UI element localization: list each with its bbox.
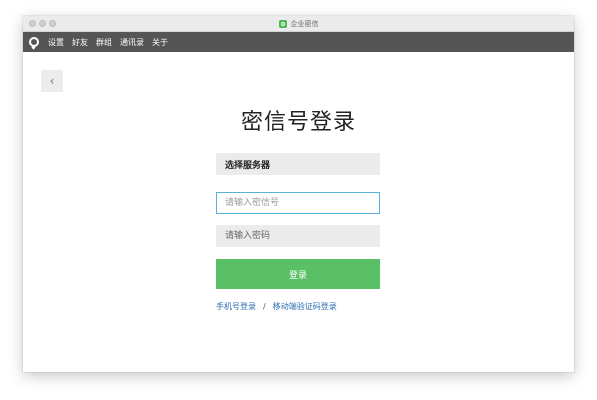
mobile-verify-login-link[interactable]: 移动端验证码登录 [273, 301, 337, 312]
server-select[interactable]: 选择服务器 [216, 153, 380, 175]
menu-item-settings[interactable]: 设置 [48, 37, 64, 48]
app-icon [278, 19, 287, 28]
password-input[interactable] [216, 225, 380, 247]
password-field-wrapper [216, 225, 380, 247]
id-input[interactable] [217, 193, 379, 213]
login-button[interactable]: 登录 [216, 259, 380, 289]
window-title-text: 企业密信 [290, 19, 319, 28]
app-window: 企业密信 设置 好友 群组 通讯录 关于 ‹ 密信号登录 选择服务器 登录 手机… [23, 16, 574, 372]
alt-login-links: 手机号登录 / 移动端验证码登录 [216, 301, 337, 312]
menu-item-contacts[interactable]: 通讯录 [120, 37, 144, 48]
page-title: 密信号登录 [240, 110, 356, 135]
app-logo-icon [29, 37, 39, 47]
window-title: 企业密信 [23, 16, 574, 31]
chevron-left-icon: ‹ [49, 74, 55, 88]
menu-item-about[interactable]: 关于 [152, 37, 168, 48]
menu-item-groups[interactable]: 群组 [96, 37, 112, 48]
phone-login-link[interactable]: 手机号登录 [216, 301, 256, 312]
server-select-label: 选择服务器 [225, 160, 271, 171]
link-separator: / [263, 302, 266, 311]
title-bar: 企业密信 [23, 16, 574, 32]
id-field-wrapper [216, 192, 380, 214]
menu-bar: 设置 好友 群组 通讯录 关于 [23, 32, 574, 52]
back-button[interactable]: ‹ [41, 70, 63, 92]
menu-item-friends[interactable]: 好友 [72, 37, 88, 48]
